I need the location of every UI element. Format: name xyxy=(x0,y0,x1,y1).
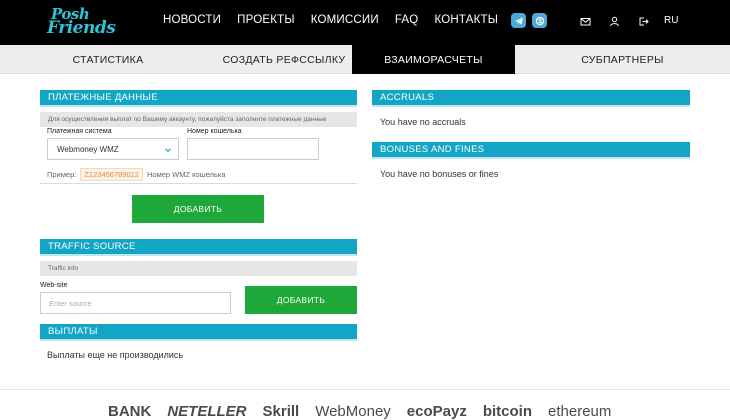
website-label: Web-site xyxy=(40,282,68,289)
nav-news[interactable]: НОВОСТИ xyxy=(163,14,221,26)
payment-divider xyxy=(40,183,357,184)
website-input[interactable] xyxy=(40,292,231,314)
bonuses-empty-text: You have no bonuses or fines xyxy=(380,169,499,179)
nav-faq[interactable]: FAQ xyxy=(395,14,419,26)
chevron-down-icon xyxy=(165,148,171,153)
section-tabs: СТАТИСТИКА СОЗДАТЬ РЕФССЫЛКУ ВЗАИМОРАСЧЕ… xyxy=(0,45,730,74)
traffic-panel-header: TRAFFIC SOURCE xyxy=(40,239,357,256)
payment-system-label: Платежная система xyxy=(47,128,112,135)
footer-divider xyxy=(0,389,730,390)
payouts-panel-header: ВЫПЛАТЫ xyxy=(40,324,357,341)
mail-icon[interactable] xyxy=(578,14,592,28)
partner-logo: bitcoin xyxy=(482,403,533,420)
brand-logo[interactable]: Posh Friends xyxy=(47,4,116,42)
tab-create-reflink[interactable]: СОЗДАТЬ РЕФССЫЛКУ xyxy=(216,45,352,74)
logout-icon[interactable] xyxy=(636,14,650,28)
partner-logo: ethereum xyxy=(548,403,612,420)
wallet-example: Пример: Z123456789012 Номер WMZ кошелька xyxy=(47,168,226,181)
tab-statistics[interactable]: СТАТИСТИКА xyxy=(0,45,216,74)
user-icon[interactable] xyxy=(607,14,621,28)
payouts-empty-text: Выплаты еще не производились xyxy=(47,350,184,360)
payment-system-select[interactable]: Webmoney WMZ xyxy=(47,138,179,160)
add-traffic-button[interactable]: ДОБАВИТЬ xyxy=(245,286,357,314)
payment-system-value: Webmoney WMZ xyxy=(57,144,119,154)
nav-projects[interactable]: ПРОЕКТЫ xyxy=(237,14,295,26)
partner-logo: BANK xyxy=(108,403,152,420)
accruals-panel-header: ACCRUALS xyxy=(372,90,690,107)
telegram-icon[interactable] xyxy=(511,13,526,28)
example-label: Пример: xyxy=(47,170,77,179)
wallet-number-label: Номер кошелька xyxy=(187,128,242,135)
accruals-empty-text: You have no accruals xyxy=(380,117,466,127)
nav-commissions[interactable]: КОМИССИИ xyxy=(311,14,379,26)
partner-logo: NETELLER xyxy=(167,403,247,420)
wallet-number-input[interactable] xyxy=(187,138,319,160)
top-bar: Posh Friends НОВОСТИ ПРОЕКТЫ КОМИССИИ FA… xyxy=(0,0,730,45)
tab-subpartners[interactable]: СУБПАРТНЕРЫ xyxy=(515,45,730,74)
main-nav: НОВОСТИ ПРОЕКТЫ КОМИССИИ FAQ КОНТАКТЫ xyxy=(163,14,498,26)
example-note: Номер WMZ кошелька xyxy=(146,170,226,179)
example-code: Z123456789012 xyxy=(80,168,143,181)
payment-panel-header: ПЛАТЕЖНЫЕ ДАННЫЕ xyxy=(40,90,357,107)
partner-logo: ecoPayz xyxy=(406,403,467,420)
bonuses-panel-header: BONUSES AND FINES xyxy=(372,142,690,159)
payment-info-bar: Для осуществления выплат по Вашему аккау… xyxy=(40,112,357,127)
tab-settlements[interactable]: ВЗАИМОРАСЧЕТЫ xyxy=(352,45,515,74)
traffic-info-bar: Traffic info xyxy=(40,261,357,276)
nav-contacts[interactable]: КОНТАКТЫ xyxy=(434,14,498,26)
partner-logo: Skrill xyxy=(262,403,300,420)
partner-logo: WebMoney xyxy=(315,403,391,420)
skype-icon[interactable] xyxy=(532,13,547,28)
language-switch[interactable]: RU xyxy=(664,15,678,26)
payment-partner-logos: BANK NETELLER Skrill WebMoney ecoPayz bi… xyxy=(108,403,611,420)
add-payment-button[interactable]: ДОБАВИТЬ xyxy=(132,195,264,223)
